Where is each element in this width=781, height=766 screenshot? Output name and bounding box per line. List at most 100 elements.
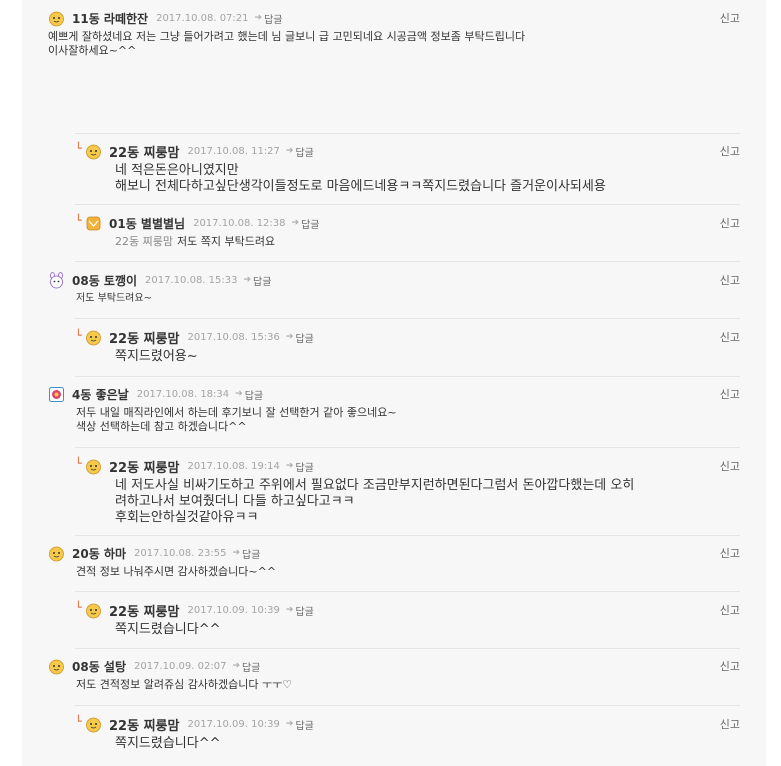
nickname[interactable]: 4동 좋은날 — [72, 386, 129, 403]
emoji-avatar[interactable] — [48, 10, 65, 27]
comment-item: 22동 찌룽맘 2017.10.08. 19:14 ➔ 답글 신고 네 저도사실 … — [85, 458, 740, 526]
comment-item: 22동 찌룽맘 2017.10.09. 10:39 ➔ 답글 신고 쪽지드렸습니다… — [85, 602, 740, 638]
divider — [75, 133, 740, 134]
comment-item: 20동 하마 2017.10.08. 23:55 ➔ 답글 신고 견적 정보 나눠… — [48, 545, 740, 579]
nickname[interactable]: 20동 하마 — [72, 545, 126, 562]
comment-panel — [22, 0, 766, 766]
comment-text: 저두 내일 매직라인에서 하는데 후기보니 잘 선택한거 같아 좋으네요~ 색상… — [76, 406, 397, 433]
report-button[interactable]: 신고 — [720, 386, 740, 402]
emoji-avatar[interactable] — [85, 458, 102, 475]
emoji-avatar[interactable] — [85, 602, 102, 619]
reply-arrow-icon: ➔ — [285, 605, 294, 615]
divider — [75, 261, 740, 262]
nickname[interactable]: 22동 찌룽맘 — [109, 601, 179, 620]
report-button[interactable]: 신고 — [720, 272, 740, 288]
reply-arrow-icon: ➔ — [243, 275, 252, 285]
reply-button[interactable]: ➔ 답글 — [286, 603, 314, 618]
reply-arrow-icon: ➔ — [235, 389, 243, 399]
divider — [75, 204, 740, 205]
comment-text: 예쁘게 잘하셨네요 저는 그냥 들어가려고 했는데 님 글보니 급 고민되네요 … — [48, 30, 526, 57]
reply-button[interactable]: ➔ 답글 — [255, 11, 283, 26]
reply-button[interactable]: ➔ 답글 — [286, 459, 314, 474]
report-button[interactable]: 신고 — [720, 658, 740, 674]
nickname[interactable]: 22동 찌룽맘 — [109, 142, 179, 161]
nickname[interactable]: 22동 찌룽맘 — [109, 715, 179, 734]
comment-text: 저도 부탁드려요~ — [76, 293, 152, 304]
reply-arrow-icon: ➔ — [285, 719, 294, 729]
timestamp: 2017.10.09. 10:39 — [187, 718, 280, 730]
comment-item: 08동 토깽이 2017.10.08. 15:33 ➔ 답글 신고 저도 부탁드려… — [48, 271, 740, 306]
nickname[interactable]: 08동 토깽이 — [72, 272, 137, 289]
report-button[interactable]: 신고 — [720, 215, 740, 231]
reply-button[interactable]: ➔ 답글 — [243, 273, 271, 288]
report-button[interactable]: 신고 — [720, 329, 740, 345]
emoji-avatar[interactable] — [48, 386, 65, 403]
divider — [75, 535, 740, 536]
reply-indicator-icon: └ — [75, 329, 82, 342]
comment-text: 네 저도사실 비싸기도하고 주위에서 필요없다 조금만부지런하면된다그럼서 돈아… — [115, 478, 635, 525]
emoji-avatar[interactable] — [85, 215, 102, 232]
reply-indicator-icon: └ — [75, 142, 82, 155]
reply-button[interactable]: ➔ 답글 — [232, 659, 260, 674]
timestamp: 2017.10.08. 23:55 — [134, 547, 227, 559]
report-button[interactable]: 신고 — [720, 10, 740, 26]
comment-item: 22동 찌룽맘 2017.10.09. 10:39 ➔ 답글 신고 쪽지드렸습니다… — [85, 716, 740, 752]
reply-arrow-icon: ➔ — [232, 661, 240, 671]
timestamp: 2017.10.08. 11:27 — [187, 145, 280, 157]
comment-text: 22동 찌룽맘 저도 쪽지 부탁드려요 — [115, 235, 276, 248]
timestamp: 2017.10.08. 07:21 — [156, 12, 249, 24]
comment-item: 08동 설탕 2017.10.09. 02:07 ➔ 답글 신고 저도 견적정보 … — [48, 658, 740, 692]
comment-item: 11동 라떼한잔 2017.10.08. 07:21 ➔ 답글 신고 예쁘게 잘하… — [48, 10, 740, 58]
nickname[interactable]: 22동 찌룽맘 — [109, 457, 179, 476]
timestamp: 2017.10.08. 19:14 — [187, 460, 280, 472]
timestamp: 2017.10.08. 12:38 — [193, 217, 286, 229]
reply-indicator-icon: └ — [75, 214, 82, 227]
reply-indicator-icon: └ — [75, 601, 82, 614]
timestamp: 2017.10.09. 02:07 — [134, 660, 227, 672]
reply-button[interactable]: ➔ 답글 — [286, 144, 314, 159]
report-button[interactable]: 신고 — [720, 458, 740, 474]
reply-button[interactable]: ➔ 답글 — [286, 717, 314, 732]
comment-item: 4동 좋은날 2017.10.08. 18:34 ➔ 답글 신고 저두 내일 매직… — [48, 386, 740, 434]
reply-arrow-icon: ➔ — [232, 548, 240, 558]
comment-text: 네 적은돈은아니였지만 해보니 전체다하고싶단생각이들정도로 마음에드네용ㅋㅋ쪽… — [115, 163, 606, 194]
reply-button[interactable]: ➔ 답글 — [235, 387, 263, 402]
divider — [75, 648, 740, 649]
reply-button[interactable]: ➔ 답글 — [292, 216, 320, 231]
nickname[interactable]: 01동 별별별님 — [109, 215, 185, 232]
reply-indicator-icon: └ — [75, 715, 82, 728]
reply-button[interactable]: ➔ 답글 — [286, 330, 314, 345]
emoji-avatar[interactable] — [48, 271, 65, 289]
mention[interactable]: 22동 찌룽맘 — [115, 235, 173, 248]
nickname[interactable]: 08동 설탕 — [72, 658, 126, 675]
divider — [75, 318, 740, 319]
comment-text: 쪽지드렸어용~ — [115, 349, 198, 364]
emoji-avatar[interactable] — [85, 143, 102, 160]
report-button[interactable]: 신고 — [720, 143, 740, 159]
comment-text: 쪽지드렸습니다^^ — [115, 736, 221, 751]
reply-arrow-icon: ➔ — [285, 146, 294, 156]
reply-indicator-icon: └ — [75, 457, 82, 470]
emoji-avatar[interactable] — [85, 329, 102, 346]
emoji-avatar[interactable] — [85, 716, 102, 733]
timestamp: 2017.10.08. 18:34 — [136, 388, 230, 400]
timestamp: 2017.10.08. 15:36 — [187, 331, 280, 343]
divider — [75, 591, 740, 592]
report-button[interactable]: 신고 — [720, 545, 740, 561]
emoji-avatar[interactable] — [48, 545, 65, 562]
reply-arrow-icon: ➔ — [285, 461, 294, 471]
comment-text: 견적 정보 나눠주시면 감사하겠습니다~^^ — [76, 565, 277, 578]
comment-text: 저도 견적정보 알려쥬심 감사하겠습니다 ㅜㅜ♡ — [76, 678, 293, 691]
emoji-avatar[interactable] — [48, 658, 65, 675]
comment-item: 22동 찌룽맘 2017.10.08. 15:36 ➔ 답글 신고 쪽지드렸어용~ — [85, 329, 740, 365]
nickname[interactable]: 22동 찌룽맘 — [109, 328, 179, 347]
divider — [75, 376, 740, 377]
comment-item: 22동 찌룽맘 2017.10.08. 11:27 ➔ 답글 신고 네 적은돈은아… — [85, 143, 740, 195]
report-button[interactable]: 신고 — [720, 716, 740, 732]
reply-button[interactable]: ➔ 답글 — [232, 546, 260, 561]
nickname[interactable]: 11동 라떼한잔 — [72, 10, 148, 27]
timestamp: 2017.10.08. 15:33 — [145, 274, 238, 286]
reply-arrow-icon: ➔ — [285, 332, 294, 342]
report-button[interactable]: 신고 — [720, 602, 740, 618]
divider — [75, 447, 740, 448]
